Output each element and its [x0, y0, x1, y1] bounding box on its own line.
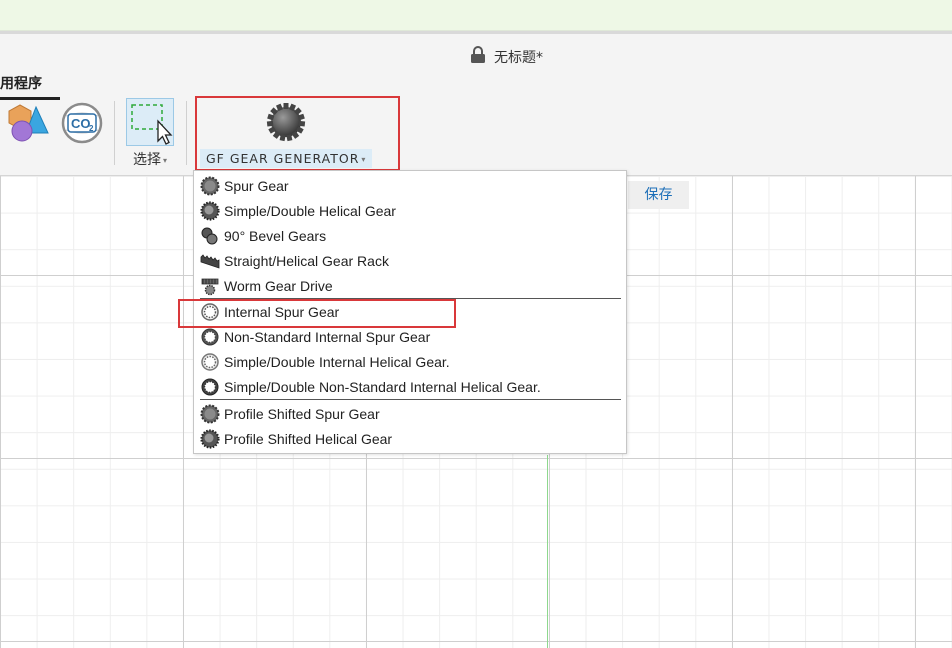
y-axis-line	[547, 455, 548, 648]
shapes-icon[interactable]	[6, 103, 50, 147]
menu-item-bevel-gears[interactable]: 90° Bevel Gears	[200, 225, 326, 247]
menu-item-nonstandard-internal-helical-gear[interactable]: Simple/Double Non-Standard Internal Heli…	[200, 376, 541, 398]
menu-item-label: Spur Gear	[224, 178, 289, 194]
select-button[interactable]	[126, 98, 174, 146]
menu-item-helical-gear[interactable]: Simple/Double Helical Gear	[200, 200, 396, 222]
document-title: 无标题*	[494, 50, 543, 66]
spur-gear-icon	[200, 176, 220, 196]
select-dropdown[interactable]: 选择 ▾	[133, 149, 167, 169]
menu-item-label: Profile Shifted Spur Gear	[224, 406, 380, 422]
menu-item-label: Simple/Double Internal Helical Gear.	[224, 354, 450, 370]
gf-gear-generator-label: GF GEAR GENERATOR	[206, 151, 360, 166]
menu-item-gear-rack[interactable]: Straight/Helical Gear Rack	[200, 250, 389, 272]
tab-utilities[interactable]: 用程序	[0, 73, 60, 100]
menu-item-label: Simple/Double Helical Gear	[224, 203, 396, 219]
profile-shifted-helical-gear-icon	[200, 429, 220, 449]
helical-gear-icon	[200, 201, 220, 221]
menu-item-label: Non-Standard Internal Spur Gear	[224, 329, 431, 345]
menu-item-profile-shifted-helical-gear[interactable]: Profile Shifted Helical Gear	[200, 428, 392, 450]
nonstandard-internal-gear-icon	[201, 328, 219, 346]
gf-gear-generator-dropdown[interactable]: GF GEAR GENERATOR ▾	[200, 149, 373, 168]
menu-item-spur-gear[interactable]: Spur Gear	[200, 175, 289, 197]
menu-item-label: Straight/Helical Gear Rack	[224, 253, 389, 269]
ribbon-separator	[114, 101, 115, 165]
internal-helical-gear-icon	[201, 353, 219, 371]
co2-icon[interactable]: CO 2	[60, 102, 104, 148]
profile-shifted-spur-gear-icon	[200, 404, 220, 424]
co2-subscript: 2	[89, 124, 94, 133]
gear-rack-icon	[200, 254, 220, 269]
title-bar: 无标题*	[0, 31, 952, 74]
chevron-down-icon: ▾	[163, 155, 168, 165]
menu-item-label: Worm Gear Drive	[224, 278, 333, 294]
worm-gear-icon	[201, 278, 219, 296]
nonstandard-internal-helical-gear-icon	[201, 378, 219, 396]
menu-item-internal-helical-gear[interactable]: Simple/Double Internal Helical Gear.	[200, 351, 450, 373]
menu-divider	[200, 399, 621, 400]
ribbon-separator	[186, 101, 187, 165]
document-title-area: 无标题*	[470, 46, 543, 68]
menu-item-worm-gear[interactable]: Worm Gear Drive	[200, 275, 333, 297]
internal-spur-gear-highlight	[178, 299, 456, 328]
save-button[interactable]: 保存	[628, 181, 689, 209]
menu-item-label: Profile Shifted Helical Gear	[224, 431, 393, 447]
chevron-down-icon: ▾	[361, 155, 367, 164]
menu-item-label: 90° Bevel Gears	[224, 228, 327, 244]
lock-icon	[470, 46, 486, 68]
top-strip	[0, 0, 952, 31]
menu-item-nonstandard-internal-spur-gear[interactable]: Non-Standard Internal Spur Gear	[200, 326, 430, 348]
bevel-gear-icon	[201, 227, 218, 245]
select-label: 选择	[133, 152, 161, 168]
co2-text: CO	[71, 116, 91, 131]
gear-generator-icon[interactable]	[264, 102, 308, 146]
menu-item-label: Simple/Double Non-Standard Internal Heli…	[224, 379, 541, 395]
menu-item-profile-shifted-spur-gear[interactable]: Profile Shifted Spur Gear	[200, 403, 380, 425]
select-icon	[131, 104, 173, 145]
